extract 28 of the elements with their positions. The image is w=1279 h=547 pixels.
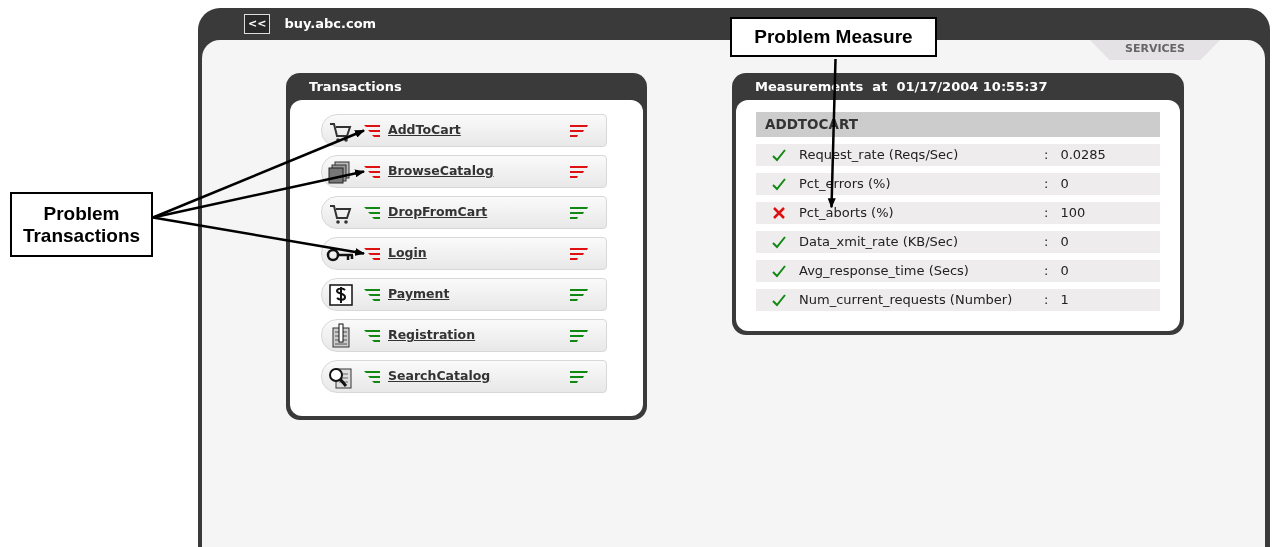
separator-colon: : — [1044, 204, 1049, 223]
dollar-icon — [326, 281, 356, 308]
measure-value: 100 — [1060, 204, 1086, 223]
separator-colon: : — [1044, 175, 1049, 194]
measure-value: 0 — [1060, 175, 1069, 194]
transaction-link[interactable]: AddToCart — [388, 121, 461, 140]
measure-value: 0 — [1060, 233, 1069, 252]
measure-value: 0.0285 — [1060, 146, 1106, 165]
transaction-link[interactable]: Registration — [388, 326, 476, 345]
separator-colon: : — [1044, 146, 1049, 165]
measure-name: Avg_response_time (Secs) — [799, 262, 970, 281]
panel-title: Measurements at 01/17/2004 10:55:37 — [754, 78, 1049, 96]
measure-name: Pct_aborts (%) — [799, 204, 895, 223]
measure-value: 0 — [1060, 262, 1069, 281]
separator-colon: : — [1044, 233, 1049, 252]
back-button[interactable]: << — [244, 14, 271, 34]
measure-value: 1 — [1060, 291, 1069, 310]
transaction-link[interactable]: Payment — [388, 285, 450, 304]
services-tab[interactable]: SERVICES — [1090, 40, 1220, 60]
panel-title: Transactions — [308, 78, 403, 96]
site-title: buy.abc.com — [284, 15, 377, 34]
transaction-link[interactable]: Login — [388, 244, 427, 263]
measure-name: Data_xmit_rate (KB/Sec) — [799, 233, 959, 252]
measure-name: Num_current_requests (Number) — [799, 291, 1014, 310]
callout-label: Problem Transactions — [10, 192, 153, 257]
separator-colon: : — [1044, 262, 1049, 281]
separator-colon: : — [1044, 291, 1049, 310]
callout-label: Problem Measure — [730, 17, 937, 57]
